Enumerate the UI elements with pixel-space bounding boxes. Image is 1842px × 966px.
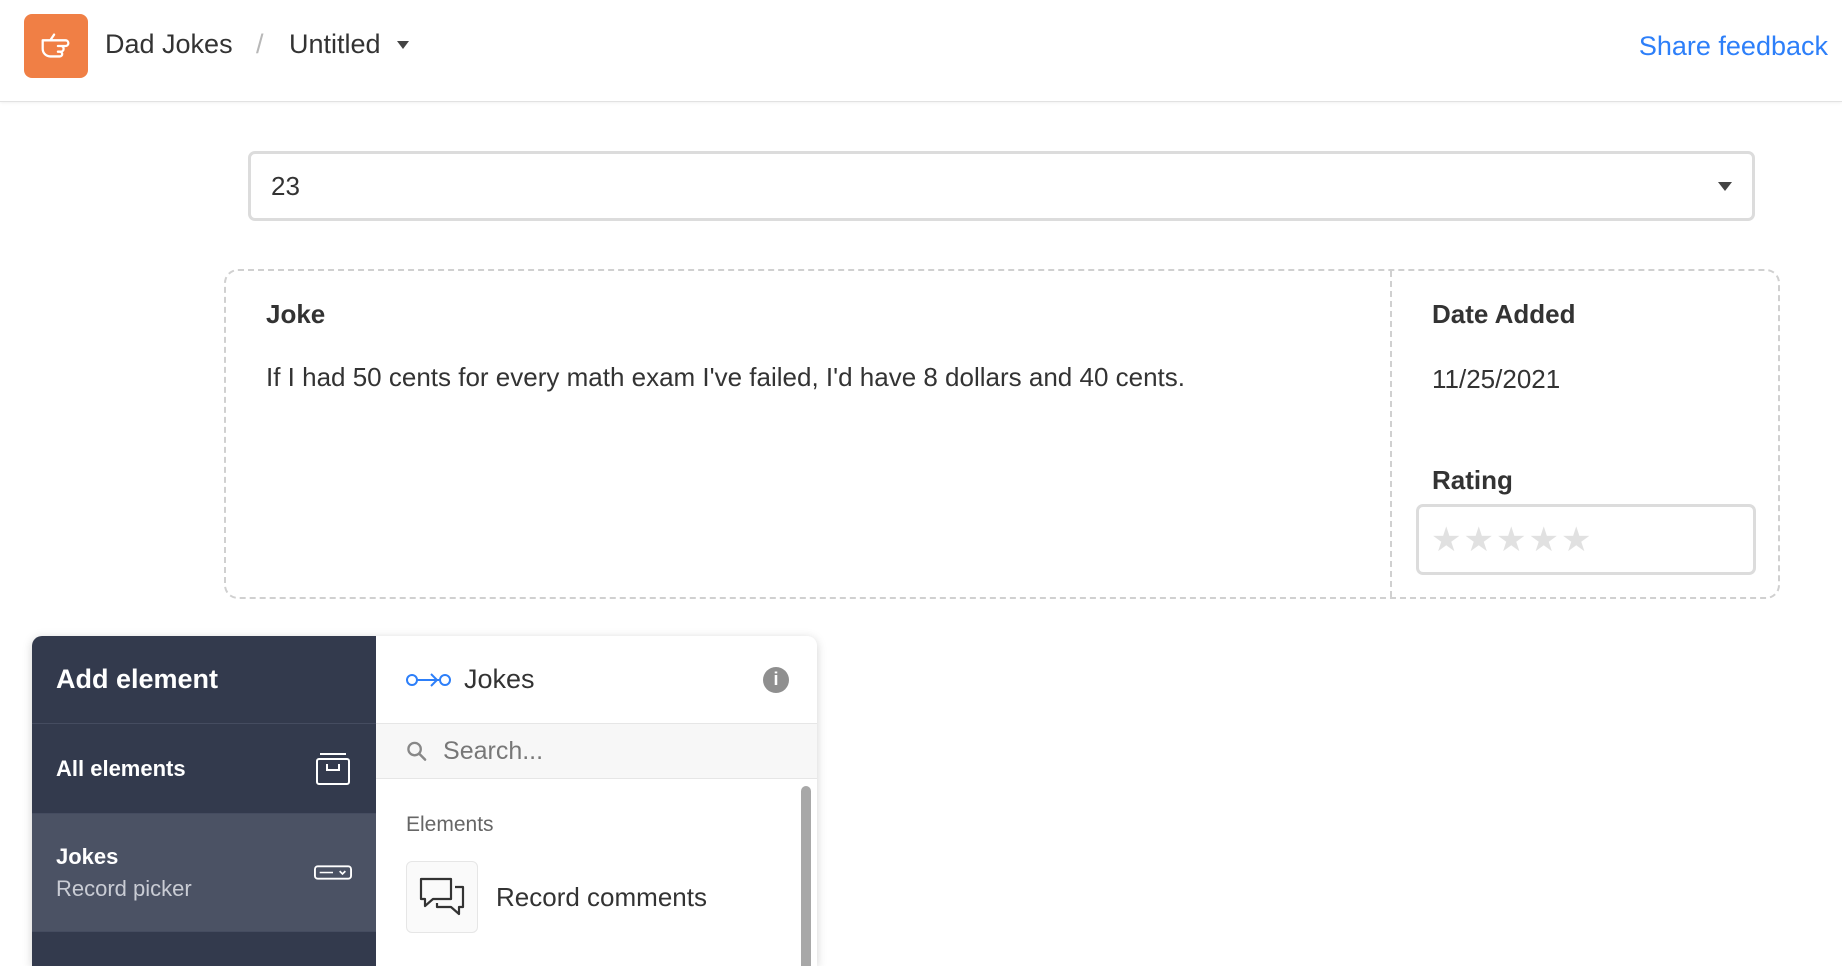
linked-record-icon bbox=[406, 672, 451, 687]
date-added-value: 11/25/2021 bbox=[1432, 364, 1561, 394]
rating-star-icon[interactable]: ★ bbox=[1561, 523, 1591, 557]
scrollbar-thumb[interactable] bbox=[801, 786, 811, 966]
date-added-label: Date Added bbox=[1432, 299, 1576, 329]
app-logo[interactable] bbox=[24, 14, 88, 78]
dropdown-field-icon bbox=[314, 864, 352, 880]
search-input[interactable] bbox=[443, 736, 787, 766]
record-detail-card: Joke If I had 50 cents for every math ex… bbox=[224, 269, 1780, 599]
nav-item-label: All elements bbox=[56, 755, 186, 781]
page-name: Untitled bbox=[289, 29, 381, 59]
record-picker-dropdown[interactable]: 23 bbox=[248, 151, 1755, 221]
nav-item-text: Jokes Record picker bbox=[56, 844, 192, 902]
add-element-panel: Add element All elements Jokes Record pi… bbox=[32, 636, 817, 966]
record-picker-value: 23 bbox=[271, 170, 300, 201]
nav-item-label: Jokes bbox=[56, 843, 119, 869]
nav-item-all-elements[interactable]: All elements bbox=[32, 724, 376, 814]
top-bar: Dad Jokes / Untitled Share feedback bbox=[0, 0, 1842, 102]
nav-item-jokes[interactable]: Jokes Record picker bbox=[32, 814, 376, 932]
element-record-comments[interactable]: Record comments bbox=[376, 861, 817, 933]
rating-input[interactable]: ★ ★ ★ ★ ★ bbox=[1416, 504, 1756, 575]
rating-star-icon[interactable]: ★ bbox=[1528, 523, 1558, 557]
add-element-content: Jokes i Elements Record comments bbox=[376, 636, 817, 966]
joke-value: If I had 50 cents for every math exam I'… bbox=[266, 362, 1185, 392]
breadcrumb-separator: / bbox=[256, 29, 264, 59]
rating-label: Rating bbox=[1432, 465, 1513, 495]
add-element-sidebar: Add element All elements Jokes Record pi… bbox=[32, 636, 376, 966]
chevron-down-icon bbox=[1718, 181, 1732, 191]
table-name: Jokes bbox=[464, 664, 535, 694]
info-icon[interactable]: i bbox=[763, 666, 789, 693]
archive-box-icon bbox=[316, 752, 350, 785]
element-search bbox=[376, 724, 817, 779]
panel-title: Add element bbox=[32, 636, 376, 724]
table-header: Jokes i bbox=[376, 636, 817, 724]
elements-section-label: Elements bbox=[406, 813, 494, 836]
rating-star-icon[interactable]: ★ bbox=[1496, 523, 1526, 557]
search-icon bbox=[407, 741, 427, 761]
share-feedback-link[interactable]: Share feedback bbox=[1639, 31, 1828, 62]
page-selector[interactable]: Untitled bbox=[289, 29, 409, 60]
element-label: Record comments bbox=[496, 881, 707, 912]
rating-star-icon[interactable]: ★ bbox=[1431, 523, 1461, 557]
pointing-hand-icon bbox=[41, 33, 70, 58]
nav-item-sublabel: Record picker bbox=[56, 875, 192, 901]
joke-field[interactable]: Joke If I had 50 cents for every math ex… bbox=[226, 271, 1392, 597]
chevron-down-icon bbox=[396, 40, 409, 49]
joke-label: Joke bbox=[266, 299, 326, 329]
record-side-fields: Date Added 11/25/2021 Rating ★ ★ ★ ★ ★ bbox=[1392, 271, 1778, 597]
element-icon-box bbox=[406, 861, 478, 933]
comments-icon bbox=[419, 877, 465, 916]
rating-star-icon[interactable]: ★ bbox=[1463, 523, 1493, 557]
app-name[interactable]: Dad Jokes bbox=[105, 29, 233, 60]
